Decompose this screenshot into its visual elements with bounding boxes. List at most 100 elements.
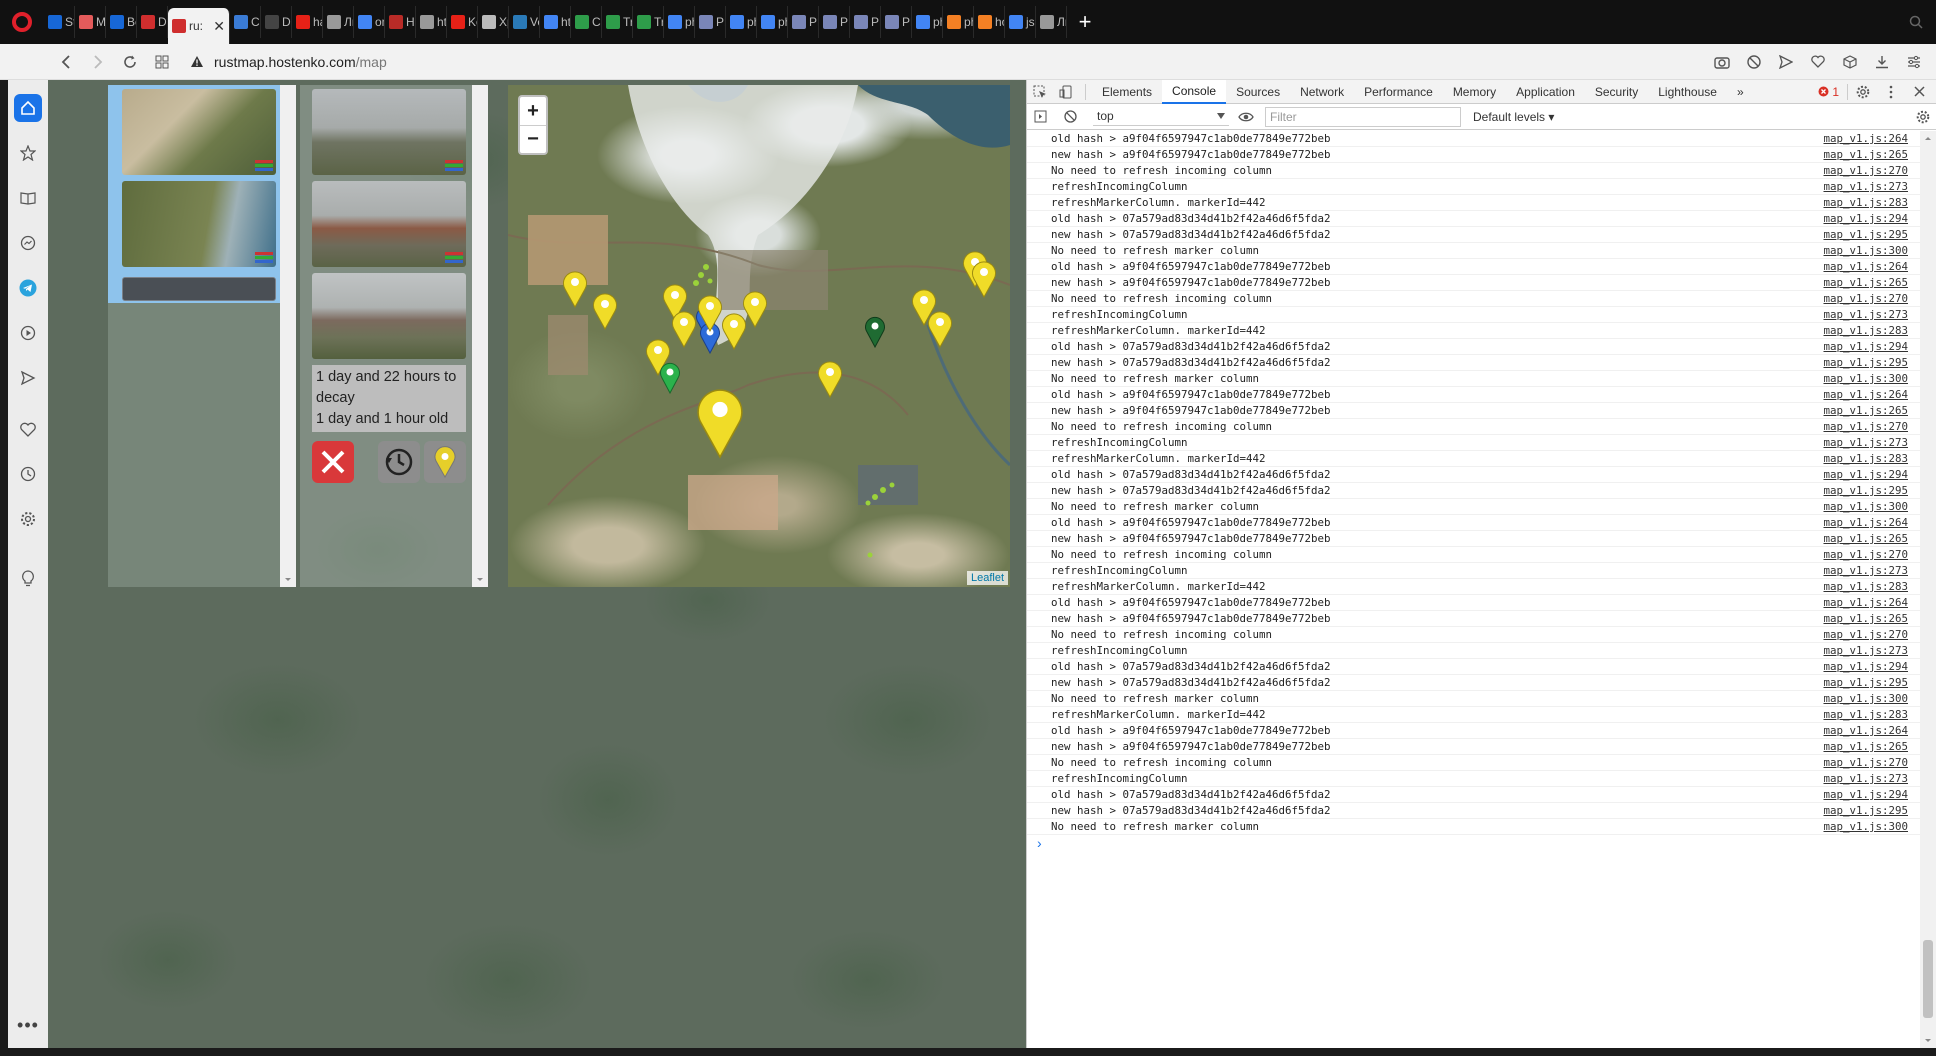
source-link[interactable]: map_v1.js:270 xyxy=(1823,628,1908,641)
source-link[interactable]: map_v1.js:273 xyxy=(1823,772,1908,785)
source-link[interactable]: map_v1.js:295 xyxy=(1823,676,1908,689)
source-link[interactable]: map_v1.js:270 xyxy=(1823,548,1908,561)
devtools-settings-button[interactable] xyxy=(1850,80,1876,104)
bookmark-button[interactable] xyxy=(1804,48,1832,76)
extensions-button[interactable] xyxy=(1836,48,1864,76)
easy-setup-button[interactable] xyxy=(1900,48,1928,76)
browser-tab[interactable]: CSS xyxy=(571,6,602,38)
source-link[interactable]: map_v1.js:294 xyxy=(1823,468,1908,481)
source-link[interactable]: map_v1.js:265 xyxy=(1823,148,1908,161)
console-sidebar-button[interactable] xyxy=(1027,105,1053,129)
source-link[interactable]: map_v1.js:300 xyxy=(1823,500,1908,513)
source-link[interactable]: map_v1.js:300 xyxy=(1823,372,1908,385)
source-link[interactable]: map_v1.js:283 xyxy=(1823,196,1908,209)
browser-tab[interactable]: ph xyxy=(943,6,974,38)
new-tab-button[interactable]: + xyxy=(1067,9,1103,35)
source-link[interactable]: map_v1.js:264 xyxy=(1823,724,1908,737)
source-link[interactable]: map_v1.js:300 xyxy=(1823,692,1908,705)
close-devtools-button[interactable] xyxy=(1906,80,1932,104)
source-link[interactable]: map_v1.js:300 xyxy=(1823,820,1908,833)
sidebar-tips[interactable] xyxy=(14,564,42,592)
devtools-tab-console[interactable]: Console xyxy=(1162,79,1227,104)
browser-tab[interactable]: ph xyxy=(664,6,695,38)
devtools-tab-memory[interactable]: Memory xyxy=(1443,80,1506,104)
sidebar-flow[interactable] xyxy=(14,364,42,392)
map-marker-yellow[interactable] xyxy=(722,313,746,350)
source-link[interactable]: map_v1.js:294 xyxy=(1823,212,1908,225)
error-counter[interactable]: 1 xyxy=(1812,85,1845,99)
browser-tab[interactable]: Bcr xyxy=(106,6,137,38)
sidebar-reading-list[interactable] xyxy=(14,184,42,212)
browser-tab[interactable]: htt xyxy=(416,6,447,38)
devtools-tab-application[interactable]: Application xyxy=(1506,80,1585,104)
devtools-tab-security[interactable]: Security xyxy=(1585,80,1648,104)
leaflet-map[interactable]: + − Leaflet xyxy=(508,85,1010,587)
browser-tab[interactable]: ha! xyxy=(292,6,323,38)
map-marker-yellow[interactable] xyxy=(563,271,587,308)
sidebar-messenger[interactable] xyxy=(14,229,42,257)
console-filter-input[interactable] xyxy=(1265,106,1461,127)
browser-tab[interactable]: Ho xyxy=(385,6,416,38)
browser-tab[interactable]: Ko xyxy=(447,6,478,38)
source-link[interactable]: map_v1.js:294 xyxy=(1823,788,1908,801)
sidebar-more-button[interactable]: ••• xyxy=(17,1015,39,1036)
tab-search-button[interactable] xyxy=(1896,0,1936,44)
browser-tab[interactable]: PH xyxy=(819,6,850,38)
source-link[interactable]: map_v1.js:294 xyxy=(1823,660,1908,673)
source-link[interactable]: map_v1.js:264 xyxy=(1823,260,1908,273)
browser-tab[interactable]: ph xyxy=(912,6,943,38)
source-link[interactable]: map_v1.js:295 xyxy=(1823,228,1908,241)
source-link[interactable]: map_v1.js:295 xyxy=(1823,356,1908,369)
downloads-button[interactable] xyxy=(1868,48,1896,76)
source-link[interactable]: map_v1.js:264 xyxy=(1823,388,1908,401)
console-scrollbar[interactable] xyxy=(1920,131,1936,1048)
forward-button[interactable] xyxy=(82,46,114,78)
send-button[interactable] xyxy=(1772,48,1800,76)
devtools-menu-button[interactable] xyxy=(1878,80,1904,104)
source-link[interactable]: map_v1.js:295 xyxy=(1823,484,1908,497)
map-attribution-link[interactable]: Leaflet xyxy=(966,571,1008,585)
browser-tab[interactable]: Ver xyxy=(509,6,540,38)
map-marker-green[interactable] xyxy=(660,362,680,394)
more-tabs-button[interactable]: » xyxy=(1727,80,1754,104)
marker-screenshot[interactable] xyxy=(312,273,466,359)
source-link[interactable]: map_v1.js:265 xyxy=(1823,740,1908,753)
snapshot-button[interactable] xyxy=(1708,48,1736,76)
close-tab-icon[interactable]: ✕ xyxy=(213,18,225,35)
source-link[interactable]: map_v1.js:264 xyxy=(1823,596,1908,609)
inspect-element-button[interactable] xyxy=(1027,80,1053,104)
reload-button[interactable] xyxy=(114,46,146,78)
zoom-out-button[interactable]: − xyxy=(520,125,546,153)
source-link[interactable]: map_v1.js:273 xyxy=(1823,644,1908,657)
map-marker-yellow[interactable] xyxy=(972,261,996,298)
map-marker-yellow[interactable] xyxy=(672,311,696,348)
source-link[interactable]: map_v1.js:283 xyxy=(1823,708,1908,721)
source-link[interactable]: map_v1.js:283 xyxy=(1823,580,1908,593)
browser-tab[interactable]: Co xyxy=(230,6,261,38)
devtools-tab-sources[interactable]: Sources xyxy=(1226,80,1290,104)
source-link[interactable]: map_v1.js:300 xyxy=(1823,244,1908,257)
column-scrollbar[interactable] xyxy=(472,85,488,587)
devtools-tab-elements[interactable]: Elements xyxy=(1092,80,1162,104)
source-link[interactable]: map_v1.js:265 xyxy=(1823,404,1908,417)
clear-console-button[interactable] xyxy=(1057,105,1083,129)
source-link[interactable]: map_v1.js:273 xyxy=(1823,436,1908,449)
map-marker-yellow[interactable] xyxy=(743,291,767,328)
marker-screenshot[interactable] xyxy=(312,181,466,267)
source-link[interactable]: map_v1.js:295 xyxy=(1823,804,1908,817)
back-button[interactable] xyxy=(50,46,82,78)
devtools-tab-performance[interactable]: Performance xyxy=(1354,80,1443,104)
browser-tab[interactable]: PH xyxy=(881,6,912,38)
locate-marker-button[interactable] xyxy=(424,441,466,483)
source-link[interactable]: map_v1.js:273 xyxy=(1823,308,1908,321)
browser-tab[interactable]: Xp xyxy=(478,6,509,38)
address-field[interactable]: rustmap.hostenko.com/map xyxy=(190,54,387,70)
screenshot-thumbnail[interactable] xyxy=(122,89,276,175)
browser-tab[interactable]: Do xyxy=(261,6,292,38)
tab-active[interactable]: ru: ✕ xyxy=(168,8,230,44)
source-link[interactable]: map_v1.js:264 xyxy=(1823,516,1908,529)
browser-tab[interactable]: Ма xyxy=(75,6,106,38)
browser-tab[interactable]: Sta xyxy=(44,6,75,38)
zoom-in-button[interactable]: + xyxy=(520,97,546,125)
source-link[interactable]: map_v1.js:273 xyxy=(1823,564,1908,577)
